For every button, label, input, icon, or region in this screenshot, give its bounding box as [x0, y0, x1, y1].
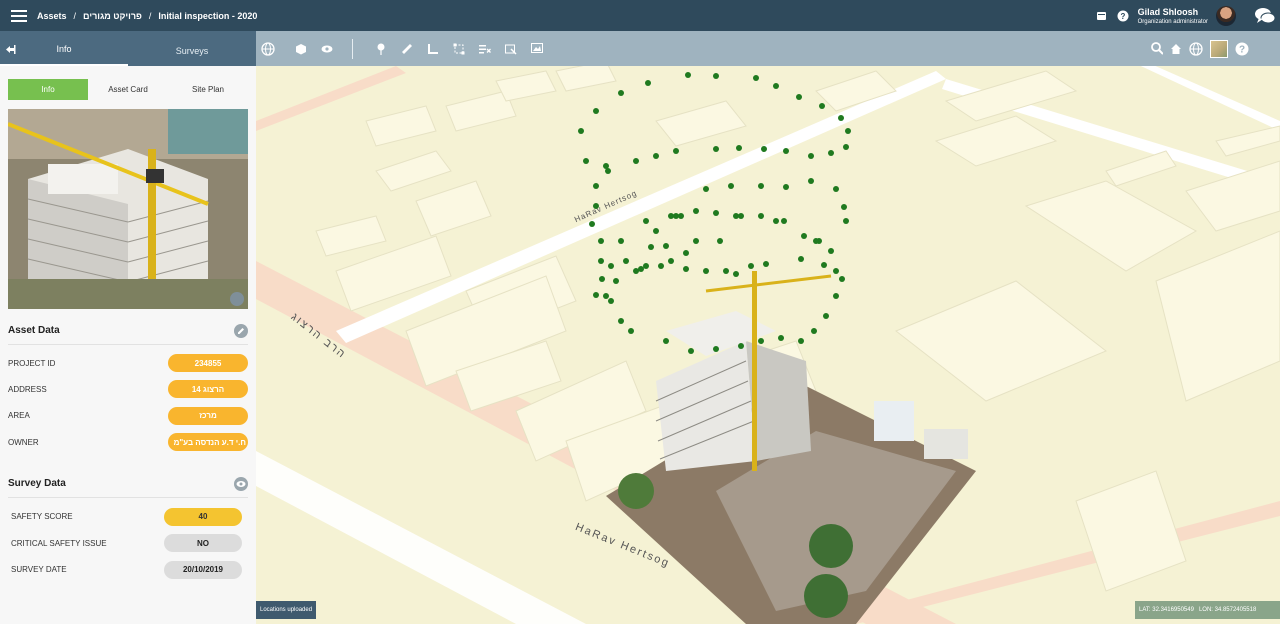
survey-row: SAFETY SCORE 40: [11, 503, 242, 530]
map-toolbar: ?: [256, 31, 1280, 66]
help-icon[interactable]: ?: [1235, 42, 1249, 56]
tab-surveys[interactable]: Surveys: [128, 46, 256, 66]
asset-data-header: Asset Data: [8, 317, 248, 345]
subtabs: Info Asset Card Site Plan: [8, 79, 248, 100]
tab-info[interactable]: Info: [0, 44, 128, 66]
subtab-info[interactable]: Info: [8, 79, 88, 100]
coordinates-readout: LAT: 32.3416950549 LON: 34.8572405518: [1135, 601, 1280, 619]
cube-icon[interactable]: [295, 43, 307, 55]
asset-row: PROJECT ID 234855: [8, 350, 248, 376]
help-icon[interactable]: ?: [1117, 10, 1129, 22]
address-label: ADDRESS: [8, 384, 47, 394]
svg-text:?: ?: [1120, 12, 1125, 21]
asset-photo: [8, 109, 248, 309]
subtab-site-plan[interactable]: Site Plan: [168, 79, 248, 100]
top-bar: Assets / פרויקט מגורים / Initial inspect…: [0, 0, 1280, 31]
subtab-asset-card[interactable]: Asset Card: [88, 79, 168, 100]
survey-data-header: Survey Data: [8, 470, 248, 498]
map-canvas[interactable]: [256, 31, 1280, 624]
area-value: מרכז: [168, 406, 248, 425]
asset-row: AREA מרכז: [8, 402, 248, 429]
map-pin-icon[interactable]: [375, 43, 387, 55]
breadcrumb-assets[interactable]: Assets: [37, 11, 67, 21]
user-role: Organization administrator: [1137, 18, 1208, 25]
project-id-value: 234855: [168, 354, 248, 372]
globe-icon[interactable]: [261, 41, 275, 56]
asset-row: OWNER ח.י ד.ע הנדסה בע"מ: [8, 429, 248, 455]
chat-icon[interactable]: [1254, 7, 1276, 25]
survey-date-value: 20/10/2019: [164, 560, 242, 579]
image-icon[interactable]: [531, 43, 543, 55]
asset-data-title: Asset Data: [8, 325, 60, 336]
basemap-thumbnail-icon[interactable]: [1210, 39, 1228, 58]
calendar-icon[interactable]: [1096, 10, 1108, 22]
breadcrumb-separator: /: [148, 10, 152, 21]
svg-text:?: ?: [1239, 44, 1245, 55]
survey-data-title: Survey Data: [8, 478, 66, 489]
export-icon[interactable]: [505, 43, 517, 55]
critical-safety-issue-value: NO: [164, 534, 242, 552]
breadcrumb-separator: /: [73, 10, 77, 21]
safety-score-value: 40: [164, 507, 242, 526]
ruler-icon[interactable]: [401, 43, 413, 55]
critical-safety-issue-label: CRITICAL SAFETY ISSUE: [11, 538, 107, 548]
status-locations-uploaded: Locations uploaded: [256, 601, 317, 619]
back-arrow-icon[interactable]: [5, 42, 16, 54]
avatar[interactable]: [1216, 5, 1236, 26]
survey-row: CRITICAL SAFETY ISSUE NO: [11, 530, 242, 556]
angle-icon[interactable]: [427, 43, 439, 55]
toolbar-divider: [352, 38, 353, 59]
eye-icon[interactable]: [321, 43, 333, 55]
user-info[interactable]: Gilad Shloosh Organization administrator: [1138, 7, 1208, 25]
asset-row: ADDRESS הרצוג 14: [8, 376, 248, 402]
sidebar: Info Surveys Info Asset Card Site Plan A…: [0, 31, 256, 624]
owner-label: OWNER: [8, 437, 39, 447]
owner-value: ח.י ד.ע הנדסה בע"מ: [168, 433, 248, 451]
user-name: Gilad Shloosh: [1137, 6, 1199, 17]
home-icon[interactable]: [1170, 43, 1182, 55]
sidebar-tabs: Info Surveys: [0, 31, 256, 66]
survey-row: SURVEY DATE 20/10/2019: [11, 556, 242, 583]
toolbar-right: ?: [1151, 39, 1249, 58]
survey-date-label: SURVEY DATE: [11, 565, 67, 574]
longitude-value: LON: 34.8572405518: [1198, 607, 1257, 613]
globe-view-icon[interactable]: [1189, 41, 1203, 56]
hamburger-menu-icon[interactable]: [11, 9, 27, 22]
area-label: AREA: [8, 411, 30, 420]
project-id-label: PROJECT ID: [8, 358, 56, 368]
address-value: הרצוג 14: [168, 380, 248, 398]
breadcrumb-project[interactable]: פרויקט מגורים: [83, 11, 142, 21]
clear-measure-icon[interactable]: [479, 43, 491, 55]
safety-score-label: SAFETY SCORE: [11, 512, 73, 521]
eye-icon[interactable]: [234, 476, 248, 491]
area-select-icon[interactable]: [453, 43, 465, 55]
map-view[interactable]: ? HaRav Hertsog הרב הרצוג HaRav Hertsog: [256, 31, 1280, 624]
search-icon[interactable]: [1151, 42, 1163, 55]
edit-pencil-icon[interactable]: [234, 323, 248, 338]
latitude-value: LAT: 32.3416950549: [1139, 607, 1194, 613]
breadcrumb-survey[interactable]: Initial inspection - 2020: [158, 11, 257, 21]
